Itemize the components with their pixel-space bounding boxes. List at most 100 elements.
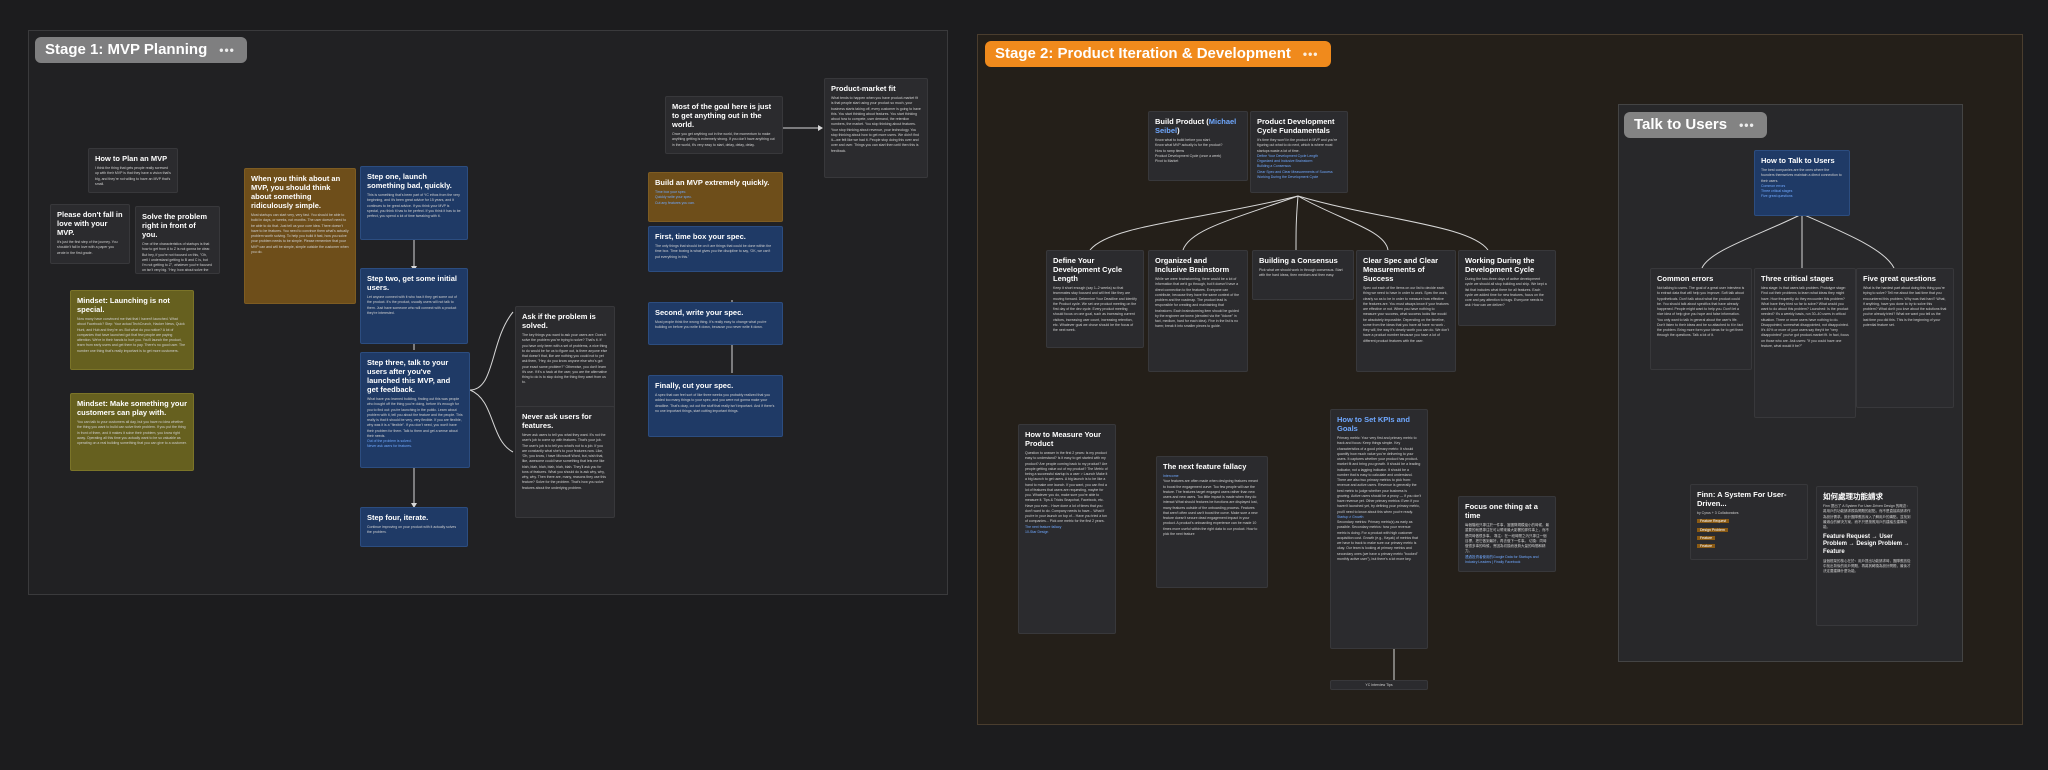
card-title: Please don't fall in love with your MVP.: [57, 210, 123, 237]
card-title[interactable]: How to Set KPIs and Goals: [1337, 415, 1421, 433]
card-body: The only things that should be on it are…: [655, 244, 772, 259]
card-title: Finn: A System For User-Driven...: [1697, 490, 1787, 508]
card-body: It's time they won't in the product in M…: [1257, 138, 1338, 153]
tag: Feature Request: [1697, 519, 1730, 524]
connector-line: [1089, 195, 1299, 251]
cut-spec-card[interactable]: Finally, cut your spec. A spec that can …: [648, 375, 783, 437]
card-body: Now many have convinced me that that I h…: [77, 317, 186, 353]
card-body: It's just the first step of the journey.…: [57, 240, 118, 255]
card-body: YC Interview Tips: [1365, 683, 1393, 687]
brainstorm-card[interactable]: Organized and Inclusive Brainstorm While…: [1148, 250, 1248, 372]
feature-fallacy-card[interactable]: The next feature fallacy Intercome Your …: [1156, 456, 1268, 588]
build-product-card[interactable]: Build Product (Michael Seibel) Know what…: [1148, 111, 1248, 181]
consensus-card[interactable]: Building a Consensus Pick what we should…: [1252, 250, 1354, 300]
working-cycle-card[interactable]: Working During the Development Cycle Dur…: [1458, 250, 1556, 326]
card-body: Most people think the wrong thing. It's …: [655, 320, 767, 330]
connector-line: [1701, 213, 1803, 269]
feature-request-cn-card[interactable]: 如何處理功能請求 Finn 提出了 A System For User-Driv…: [1816, 486, 1918, 626]
card-body: Most startups can start very, very fast.…: [251, 213, 349, 254]
card-body: 這個框架的核心在於：用戶提出功能請求時，團隊應該從中找出背後的用戶問題，再將其轉…: [1823, 558, 1911, 574]
link-clear-spec[interactable]: Clear Spec and Clear Measurements of Suc…: [1257, 170, 1341, 175]
three-stages-card[interactable]: Three critical stages Idea stage: Is tha…: [1754, 268, 1856, 418]
card-body: What is the hardest part about doing thi…: [1863, 286, 1947, 327]
card-body: Secondary metrics: Primary metric(s) as …: [1337, 520, 1418, 561]
define-cycle-card[interactable]: Define Your Development Cycle Length Kee…: [1046, 250, 1144, 348]
card-body: Question to answer in the first 2 years:…: [1025, 451, 1108, 524]
card-title: How to Plan an MVP: [95, 154, 168, 163]
card-body: Let anyone connect with it who has it th…: [367, 295, 457, 315]
tag: Feature: [1697, 535, 1716, 540]
card-title: How to Measure Your Product: [1025, 430, 1101, 448]
card-title: Most of the goal here is just to get any…: [672, 102, 772, 129]
card-body: What have you learned building, finding …: [367, 397, 463, 438]
connector-line: [1297, 195, 1389, 251]
step-two-card[interactable]: Step two, get some initial users. Let an…: [360, 268, 468, 344]
table-row: Feature: [1697, 535, 1801, 541]
link-startup-data[interactable]: 透過投資者使用的Google Data for Startups and Ind…: [1465, 555, 1549, 566]
card-title: The next feature fallacy: [1163, 462, 1247, 471]
connector-lines: [411, 125, 1895, 680]
tag: Feature: [1697, 544, 1716, 548]
card-title: Mindset: Launching is not special.: [77, 296, 170, 314]
yc-interview-tips-card[interactable]: YC Interview Tips: [1330, 680, 1428, 690]
card-title: How to Talk to Users: [1761, 156, 1835, 165]
card-body: One of the characteristics of startups i…: [142, 242, 212, 273]
link-working[interactable]: Working During the Development Cycle: [1257, 175, 1341, 180]
cycle-fundamentals-card[interactable]: Product Development Cycle Fundamentals I…: [1250, 111, 1348, 193]
build-mvp-quickly-card[interactable]: Build an MVP extremely quickly. Time box…: [648, 172, 783, 222]
solve-problem-card[interactable]: Solve the problem right in front of you.…: [135, 206, 220, 274]
kpis-goals-card[interactable]: How to Set KPIs and Goals Primary metric…: [1330, 409, 1428, 649]
ask-if-solved-card[interactable]: Ask if the problem is solved. The key th…: [515, 306, 615, 410]
clear-spec-card[interactable]: Clear Spec and Clear Measurements of Suc…: [1356, 250, 1456, 372]
card-title: Step one, launch something bad, quickly.: [367, 172, 452, 190]
measure-product-card[interactable]: How to Measure Your Product Question to …: [1018, 424, 1116, 634]
card-title: Build Product (Michael Seibel): [1155, 117, 1241, 135]
product-market-fit-card[interactable]: Product-market fit What tends to happen …: [824, 78, 928, 178]
customers-play-card[interactable]: Mindset: Make something your customers c…: [70, 393, 194, 471]
card-title: Five great questions: [1863, 274, 1936, 283]
card-body: Spec out each of the items on our list t…: [1363, 286, 1449, 343]
link-cut-features[interactable]: Cut any features you can.: [655, 201, 776, 206]
goal-anything-out-card[interactable]: Most of the goal here is just to get any…: [665, 96, 783, 154]
never-ask-features-card[interactable]: Never ask users for features. Never ask …: [515, 406, 615, 518]
focus-one-thing-card[interactable]: Focus one thing at a time 每個階段只專注於一件事，當團…: [1458, 496, 1556, 572]
how-to-plan-mvp-card[interactable]: How to Plan an MVP I think the thing tha…: [88, 148, 178, 193]
step-three-card[interactable]: Step three, talk to your users after you…: [360, 352, 470, 468]
card-title: Second, write your spec.: [655, 308, 744, 317]
link-never-ask[interactable]: Never ask users for features.: [367, 444, 463, 449]
card-body: Finn 提出了 A System For User-Driven Design…: [1823, 504, 1911, 529]
card-title: Build an MVP extremely quickly.: [655, 178, 770, 187]
card-body: Not talking to users. The goal of a grea…: [1657, 286, 1745, 338]
card-body: Primary metric: Your very first and prim…: [1337, 436, 1421, 514]
card-title: Clear Spec and Clear Measurements of Suc…: [1363, 256, 1439, 283]
card-title: Never ask users for features.: [522, 412, 592, 430]
card-title: Step three, talk to your users after you…: [367, 358, 451, 394]
card-title: Product Development Cycle Fundamentals: [1257, 117, 1335, 135]
card-title: Ask if the problem is solved.: [522, 312, 596, 330]
title-part: Build Product (: [1155, 117, 1209, 126]
step-one-card[interactable]: Step one, launch something bad, quickly.…: [360, 166, 468, 240]
card-body: While we were brainstorming, there would…: [1155, 277, 1240, 329]
card-body: The best companies are the ones where th…: [1761, 168, 1842, 183]
how-to-talk-card[interactable]: How to Talk to Users The best companies …: [1754, 150, 1850, 216]
card-body: During the two-three days of active deve…: [1465, 277, 1547, 308]
card-body: Idea stage: Is that users talk problem. …: [1761, 286, 1849, 348]
write-spec-card[interactable]: Second, write your spec. Most people thi…: [648, 302, 783, 345]
table-row: Design Problem: [1697, 527, 1801, 533]
step-four-card[interactable]: Step four, iterate. Continue improving o…: [360, 507, 468, 547]
finn-system-card[interactable]: Finn: A System For User-Driven... by Cyr…: [1690, 484, 1808, 560]
card-title: Focus one thing at a time: [1465, 502, 1538, 520]
link-10-star[interactable]: 10-Star Design: [1025, 530, 1109, 535]
connector-line: [1297, 195, 1489, 251]
card-title: Organized and Inclusive Brainstorm: [1155, 256, 1230, 274]
card-title: Building a Consensus: [1259, 256, 1338, 265]
card-body: This is something that's been part of YC…: [367, 193, 461, 218]
card-title: Three critical stages: [1761, 274, 1834, 283]
launching-not-special-card[interactable]: Mindset: Launching is not special. Now m…: [70, 290, 194, 370]
five-questions-card[interactable]: Five great questions What is the hardest…: [1856, 268, 1954, 408]
dont-fall-in-love-card[interactable]: Please don't fall in love with your MVP.…: [50, 204, 130, 264]
think-mvp-simple-card[interactable]: When you think about an MVP, you should …: [244, 168, 356, 304]
timebox-spec-card[interactable]: First, time box your spec. The only thin…: [648, 226, 783, 272]
link-five-questions[interactable]: Five great questions: [1761, 194, 1843, 199]
common-errors-card[interactable]: Common errors Not talking to users. The …: [1650, 268, 1752, 370]
